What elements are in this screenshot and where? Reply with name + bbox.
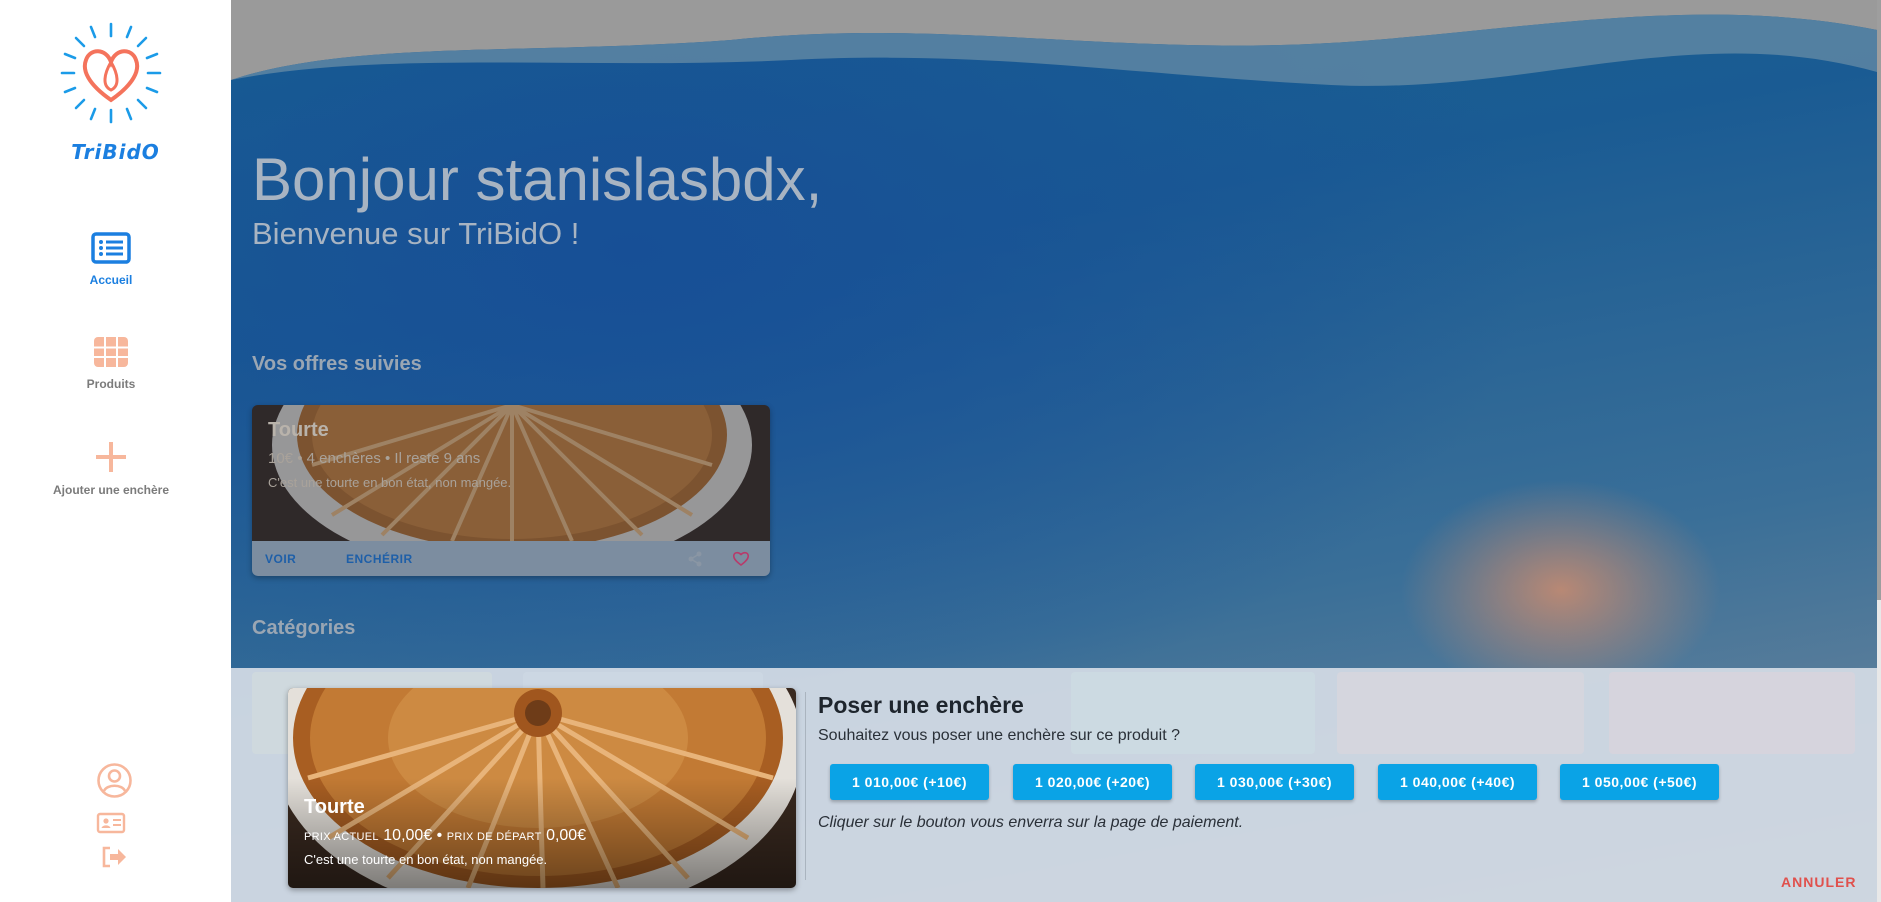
offer-actions: VOIR ENCHÉRIR — [252, 541, 770, 576]
list-icon — [91, 232, 131, 264]
account-circle-icon[interactable] — [96, 762, 133, 799]
bid-bottom-sheet: Tourte PRIX ACTUEL 10,00€ • PRIX DE DÉPA… — [231, 668, 1877, 902]
page-greeting: Bonjour stanislasbdx, — [252, 146, 823, 213]
app-logo-text: TriBidO — [71, 140, 160, 164]
scrollbar-thumb[interactable] — [1877, 0, 1881, 600]
page-welcome: Bienvenue sur TriBidO ! — [252, 216, 580, 251]
heart-logo-icon — [60, 22, 162, 124]
sheet-prices: PRIX ACTUEL 10,00€ • PRIX DE DÉPART 0,00… — [304, 827, 587, 844]
bid-option-button[interactable]: 1 020,00€ (+20€) — [1013, 764, 1172, 800]
offer-card: Tourte 10€ • 4 enchères • Il reste 9 ans… — [252, 405, 770, 576]
view-button[interactable]: VOIR — [265, 552, 296, 566]
sidebar-item-label: Accueil — [89, 273, 133, 287]
logout-icon[interactable] — [100, 845, 128, 869]
bid-option-button[interactable]: 1 010,00€ (+10€) — [830, 764, 989, 800]
cancel-button[interactable]: ANNULER — [1781, 874, 1856, 890]
sidebar-item-label: Ajouter une enchère — [52, 483, 170, 497]
sheet-product-image: Tourte PRIX ACTUEL 10,00€ • PRIX DE DÉPA… — [288, 688, 796, 888]
share-icon[interactable] — [687, 551, 703, 567]
heart-icon[interactable] — [733, 551, 749, 566]
offer-title: Tourte — [268, 419, 329, 441]
sidebar-item-produits[interactable]: Produits — [0, 336, 222, 391]
bid-button[interactable]: ENCHÉRIR — [346, 552, 413, 566]
sidebar-item-accueil[interactable]: Accueil — [0, 232, 222, 287]
bid-option-button[interactable]: 1 030,00€ (+30€) — [1195, 764, 1354, 800]
current-price: 10,00€ — [383, 827, 433, 844]
header-wave — [231, 0, 1877, 86]
sheet-title: Poser une enchère — [818, 692, 1024, 718]
payment-note: Cliquer sur le bouton vous enverra sur l… — [818, 814, 1244, 831]
sheet-product-description: C'est une tourte en bon état, non mangée… — [304, 852, 548, 867]
bid-option-button[interactable]: 1 050,00€ (+50€) — [1560, 764, 1719, 800]
offer-meta: 10€ • 4 enchères • Il reste 9 ans — [268, 450, 481, 467]
categories-title: Catégories — [252, 617, 356, 639]
plus-icon — [96, 442, 126, 472]
start-price: 0,00€ — [546, 827, 587, 844]
sidebar: TriBidO Accueil Produits Ajouter une enc… — [0, 0, 231, 902]
sheet-divider — [805, 692, 806, 880]
image-overlay — [252, 405, 770, 541]
current-price-label: PRIX ACTUEL — [304, 831, 379, 843]
start-price-label: PRIX DE DÉPART — [446, 831, 542, 843]
bid-option-button[interactable]: 1 040,00€ (+40€) — [1378, 764, 1537, 800]
sidebar-item-label: Produits — [86, 377, 136, 391]
sidebar-item-ajouter-enchere[interactable]: Ajouter une enchère — [0, 440, 222, 497]
followed-offers-title: Vos offres suivies — [252, 353, 422, 375]
sheet-question: Souhaitez vous poser une enchère sur ce … — [818, 727, 1181, 744]
grid-icon — [94, 337, 128, 367]
id-card-icon[interactable] — [96, 812, 126, 834]
sheet-product-title: Tourte — [304, 796, 365, 818]
offer-description: C'est une tourte en bon état, non mangée… — [268, 475, 512, 490]
